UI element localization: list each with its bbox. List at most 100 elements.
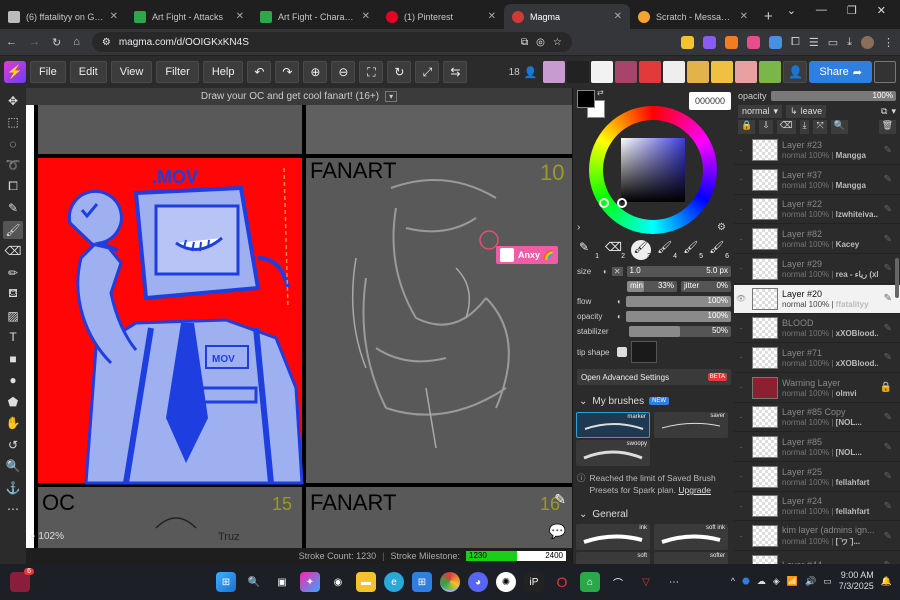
layer-row[interactable]: · Layer #82 normal 100% | Kacey ✎ (734, 225, 900, 255)
shape-tool-icon[interactable]: ⬟ (3, 393, 23, 411)
layer-row[interactable]: · Layer #25 normal 100% | fellahfart ✎ (734, 463, 900, 492)
hidden-eye-icon[interactable]: · (734, 264, 748, 273)
merge-down-icon[interactable]: ⤓ (799, 120, 810, 134)
ellipse-tool-icon[interactable]: ● (3, 372, 23, 390)
hand-tool-icon[interactable]: ✋ (3, 415, 23, 433)
color-settings-icon[interactable]: ⚙ (717, 222, 726, 233)
layer-menu-icon[interactable]: ▾ (891, 106, 896, 117)
bookmark-star-icon[interactable]: ☆ (553, 37, 562, 48)
download-icon[interactable]: ⤓ (847, 36, 852, 49)
start-icon[interactable]: ⊞ (216, 572, 236, 592)
brush-preset-ink[interactable]: ink (576, 524, 650, 550)
task-view-icon[interactable]: ▣ (272, 572, 292, 592)
user-avatar[interactable] (663, 61, 686, 83)
close-tab-icon[interactable]: ✕ (488, 11, 496, 22)
layer-scrollbar[interactable] (895, 258, 899, 298)
own-avatar[interactable] (874, 61, 896, 83)
move-tool-icon[interactable]: ✥ (3, 92, 23, 110)
move-down-icon[interactable]: ⇩ (759, 120, 773, 134)
saturation-value-square[interactable] (621, 138, 685, 202)
value-handle[interactable] (617, 198, 627, 208)
close-tab-icon[interactable]: ✕ (614, 11, 622, 22)
browser-menu-icon[interactable]: ⋮ (883, 36, 894, 49)
extension-icon[interactable] (769, 35, 783, 49)
extensions-puzzle-icon[interactable]: ⧠ (791, 36, 800, 49)
upgrade-link[interactable]: Upgrade (678, 485, 711, 495)
app-icon[interactable]: ⌒ (608, 572, 628, 592)
user-avatar[interactable] (735, 61, 758, 83)
layer-row[interactable]: · BLOOD normal 100% | xXOBlood... ✎ (734, 314, 900, 344)
layer-edit-icon[interactable]: ✎ (884, 204, 892, 215)
browser-tab[interactable]: (6) ffatalityy on Game ✕ (0, 4, 126, 29)
ibis-paint-icon[interactable]: iP (524, 572, 544, 592)
hidden-eye-icon[interactable]: · (734, 324, 748, 333)
menu-icon[interactable]: ☰ (809, 36, 819, 49)
brush-tool-icon[interactable]: 🖌 (3, 221, 23, 239)
layer-row[interactable]: ·Layer #44✎ (734, 552, 900, 564)
filter-menu-button[interactable]: Filter (156, 61, 199, 83)
user-avatar[interactable] (687, 61, 710, 83)
flip-icon[interactable]: ⇆ (443, 61, 468, 83)
hidden-eye-icon[interactable]: · (734, 532, 748, 541)
browser-tab[interactable]: Scratch - Messages ✕ (630, 4, 756, 29)
layer-edit-icon[interactable]: ✎ (884, 174, 892, 185)
file-explorer-icon[interactable]: ▬ (356, 572, 376, 592)
hidden-eye-icon[interactable]: · (734, 353, 748, 362)
zoom-in-icon[interactable]: ⊕ (303, 61, 328, 83)
color-hex-input[interactable]: 000000 (689, 92, 731, 110)
color-wheel[interactable] (589, 106, 717, 234)
layer-edit-icon[interactable]: ✎ (884, 323, 892, 334)
pencil-icon[interactable]: ✏ (3, 264, 23, 282)
brush-slot-4[interactable]: 🖌 4 (657, 240, 677, 260)
layer-row[interactable]: · Layer #29normal 100% | rea - رياء (xl..… (734, 255, 900, 284)
github-icon[interactable]: ◉ (328, 572, 348, 592)
search-icon[interactable]: 🔍 (244, 572, 264, 592)
flow-slider[interactable]: 100% (625, 296, 731, 307)
opacity-slider[interactable]: 100% (625, 311, 731, 322)
pressure-size-icon[interactable]: ◐ (603, 267, 608, 276)
hidden-eye-icon[interactable]: · (734, 443, 748, 452)
hide-icon[interactable]: ◎ (536, 37, 545, 48)
browser-tab[interactable]: (1) Pinterest ✕ (378, 4, 504, 29)
view-menu-button[interactable]: View (110, 61, 153, 83)
brush-slot-5[interactable]: 🖌 5 (683, 240, 703, 260)
text-tool-icon[interactable]: T (3, 329, 23, 347)
layer-edit-icon[interactable]: ✎ (884, 263, 892, 274)
layer-row[interactable]: · Layer #24 normal 100% | fellahfart ✎ (734, 492, 900, 522)
share-button[interactable]: Share ➦ (809, 61, 872, 83)
user-avatar[interactable] (591, 61, 614, 83)
store-icon[interactable]: ⊞ (412, 572, 432, 592)
reference-icon[interactable]: ⚓ (3, 479, 23, 497)
lasso-tool-icon[interactable]: ➰ (3, 157, 23, 175)
zoom-level[interactable]: ⌕ 102% (30, 531, 64, 542)
browser-tab[interactable]: Art Fight - Character ✕ (252, 4, 378, 29)
leave-button[interactable]: ↳ leave (786, 104, 827, 118)
visible-eye-icon[interactable]: 👁 (734, 294, 748, 303)
more-icon[interactable]: ⋯ (664, 572, 684, 592)
notifications-bell-icon[interactable]: 🔔 (881, 576, 892, 587)
layer-row[interactable]: · Layer #85 Copy normal 100% | [NOL... ✎ (734, 403, 900, 433)
discord-icon[interactable]: ◕ (468, 572, 488, 592)
user-avatar[interactable] (543, 61, 566, 83)
tab-search-icon[interactable]: ⌄ (787, 4, 796, 17)
brush-slot-6[interactable]: 🖌 6 (709, 240, 729, 260)
onedrive-icon[interactable]: ☁ (757, 576, 766, 587)
layer-row[interactable]: · Layer #71 normal 100% | xXOBlood... ✎ (734, 344, 900, 373)
layer-opacity-slider[interactable]: 100% (770, 91, 896, 101)
hidden-eye-icon[interactable]: · (734, 205, 748, 214)
xbox-app-icon[interactable]: ⌂ (580, 572, 600, 592)
hidden-eye-icon[interactable]: · (734, 413, 748, 422)
swap-colors-icon[interactable]: ⇄ (597, 88, 604, 97)
circle-select-icon[interactable]: ◌ (3, 135, 23, 153)
brush-slot-1[interactable]: ✎ 1 (579, 240, 599, 260)
canvas-artwork[interactable]: MOV .MOV FANART 10 OC 15 FANART 16 Truz (26, 88, 572, 548)
advanced-settings-button[interactable]: Open Advanced Settings BETA (577, 369, 731, 385)
delete-layer-icon[interactable]: 🗑 (878, 120, 896, 134)
duplicate-layer-icon[interactable]: ⧉ (881, 106, 887, 117)
restore-icon[interactable]: ❐ (847, 4, 857, 17)
browser-tab-active[interactable]: Magma ✕ (504, 4, 630, 29)
clip-layer-icon[interactable]: ⤧ (813, 120, 827, 134)
find-layer-icon[interactable]: 🔍 (830, 120, 848, 134)
brush-preset-soft[interactable]: soft (576, 552, 650, 564)
layer-row[interactable]: 👁 Layer #20 normal 100% | ffatalityy ✎ (734, 284, 900, 314)
